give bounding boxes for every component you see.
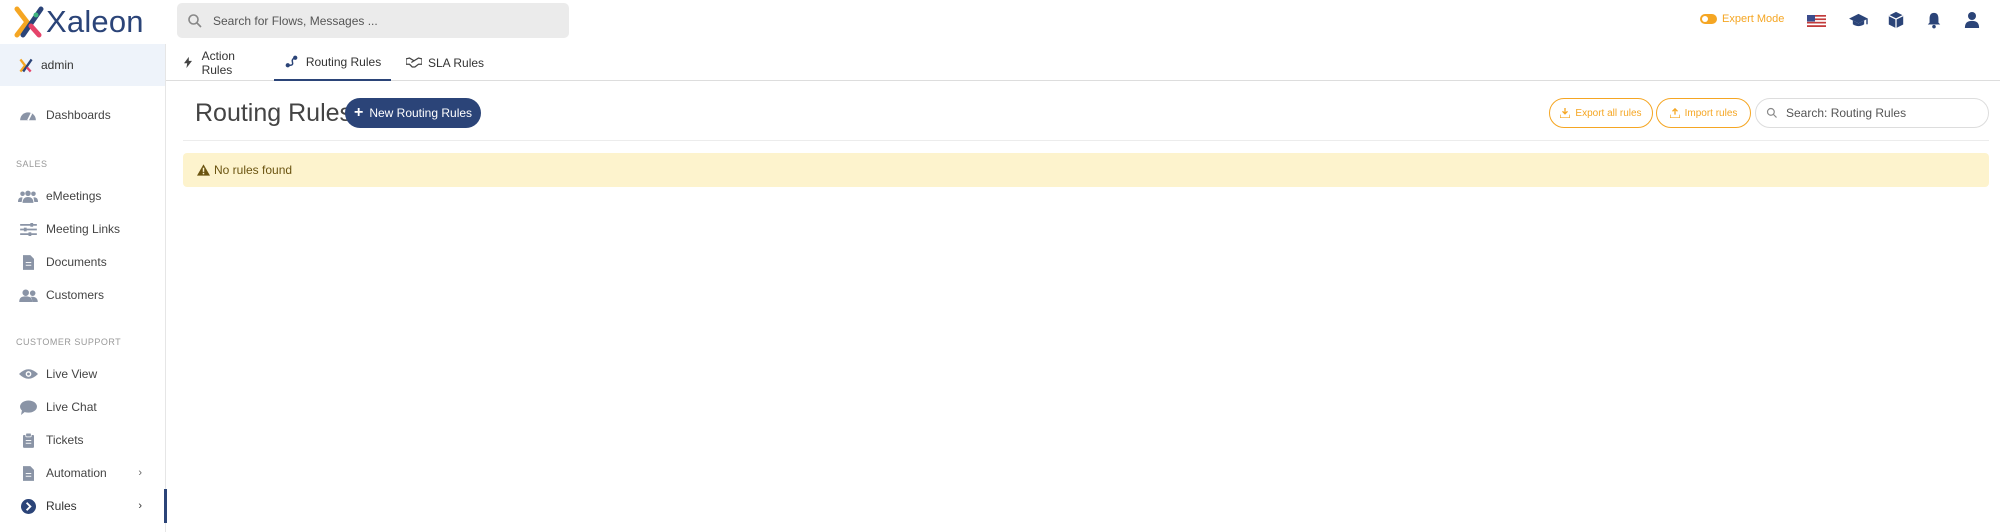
document-icon	[18, 253, 38, 271]
empty-state-alert: No rules found	[183, 153, 1989, 187]
upload-icon	[1669, 108, 1680, 118]
clipboard-icon	[18, 431, 38, 449]
route-icon	[284, 55, 300, 69]
top-bar: Xaleon Expert Mode	[0, 0, 2000, 44]
rules-search-input[interactable]	[1786, 106, 1976, 120]
user-icon[interactable]	[1961, 9, 1983, 31]
xaleon-logo-icon	[14, 6, 44, 38]
user-name: admin	[41, 58, 74, 72]
chevron-right-icon: ›	[138, 467, 142, 479]
bolt-icon	[181, 56, 196, 70]
chat-bubble-icon	[18, 398, 38, 416]
section-label-sales: SALES	[16, 159, 48, 169]
tab-label: Routing Rules	[305, 54, 382, 69]
sidebar-user[interactable]: admin	[0, 44, 165, 86]
tab-label: SLA Rules	[428, 55, 485, 70]
sidebar-item-emeetings[interactable]: eMeetings	[0, 182, 166, 210]
toggle-icon[interactable]	[1700, 14, 1717, 24]
eye-icon	[18, 365, 38, 383]
sidebar-item-documents[interactable]: Documents	[0, 248, 166, 276]
cube-icon[interactable]	[1885, 9, 1907, 31]
new-routing-rules-button[interactable]: + New Routing Rules	[345, 98, 481, 128]
sidebar-item-label: Customers	[46, 288, 105, 302]
button-label: Import rules	[1684, 107, 1738, 119]
graduation-cap-icon[interactable]	[1847, 9, 1869, 31]
sidebar-item-automation[interactable]: Automation ›	[0, 459, 166, 487]
sidebar-item-label: Live View	[46, 367, 98, 381]
document-icon	[18, 464, 38, 482]
dashboard-icon	[18, 106, 38, 124]
sidebar-item-label: Live Chat	[46, 400, 97, 414]
expert-mode-toggle[interactable]: Expert Mode	[1700, 13, 1784, 25]
search-icon	[188, 13, 202, 28]
global-search[interactable]	[177, 3, 569, 38]
tab-label: Action Rules	[201, 48, 235, 77]
tab-sla-rules[interactable]: SLA Rules	[406, 44, 486, 81]
handshake-icon	[406, 56, 422, 70]
sidebar-item-label: Tickets	[46, 433, 84, 447]
sidebar-item-rules[interactable]: Rules ›	[0, 492, 166, 520]
export-all-rules-button[interactable]: Export all rules	[1549, 98, 1653, 128]
sliders-icon	[18, 220, 38, 238]
sidebar-item-label: Automation	[46, 466, 107, 480]
chevron-right-icon: ›	[138, 500, 142, 512]
alert-message: No rules found	[214, 163, 293, 177]
sidebar-item-live-chat[interactable]: Live Chat	[0, 393, 166, 421]
sidebar-item-meeting-links[interactable]: Meeting Links	[0, 215, 166, 243]
expert-mode-label: Expert Mode	[1722, 13, 1785, 25]
users-icon	[18, 286, 38, 304]
active-indicator	[164, 489, 167, 523]
import-rules-button[interactable]: Import rules	[1656, 98, 1751, 128]
rules-search[interactable]	[1755, 98, 1989, 128]
sidebar-item-label: Documents	[46, 255, 107, 269]
sidebar-item-customers[interactable]: Customers	[0, 281, 166, 309]
button-label: New Routing Rules	[369, 106, 473, 120]
sidebar-item-label: Rules	[46, 499, 77, 513]
sidebar-item-dashboards[interactable]: Dashboards	[0, 101, 166, 129]
search-icon	[1766, 107, 1777, 118]
download-icon	[1560, 108, 1571, 118]
section-label-customer-support: CUSTOMER SUPPORT	[16, 337, 122, 347]
sidebar-item-tickets[interactable]: Tickets	[0, 426, 166, 454]
button-label: Export all rules	[1575, 107, 1642, 119]
sidebar-item-label: eMeetings	[46, 189, 102, 203]
xaleon-logo-icon	[19, 58, 33, 72]
bell-icon[interactable]	[1923, 9, 1945, 31]
sidebar-item-label: Dashboards	[46, 108, 111, 122]
sidebar-item-live-view[interactable]: Live View	[0, 360, 166, 388]
rules-tabs: Action Rules Routing Rules SLA Rules	[166, 44, 2000, 81]
users-icon	[18, 187, 38, 205]
app-name: Xaleon	[46, 4, 144, 39]
sidebar: admin Dashboards SALES eMeetings Meeting…	[0, 44, 167, 532]
sidebar-item-label: Meeting Links	[46, 222, 121, 236]
chevron-circle-right-icon	[18, 497, 38, 515]
page-title: Routing Rules	[195, 99, 353, 127]
warning-icon	[197, 164, 210, 176]
us-flag-icon[interactable]	[1807, 15, 1826, 27]
tab-routing-rules[interactable]: Routing Rules	[274, 44, 391, 81]
tab-action-rules[interactable]: Action Rules	[181, 44, 263, 81]
divider	[183, 140, 1989, 141]
plus-icon: +	[353, 104, 364, 121]
global-search-input[interactable]	[213, 13, 553, 28]
app-logo[interactable]: Xaleon	[14, 4, 144, 40]
